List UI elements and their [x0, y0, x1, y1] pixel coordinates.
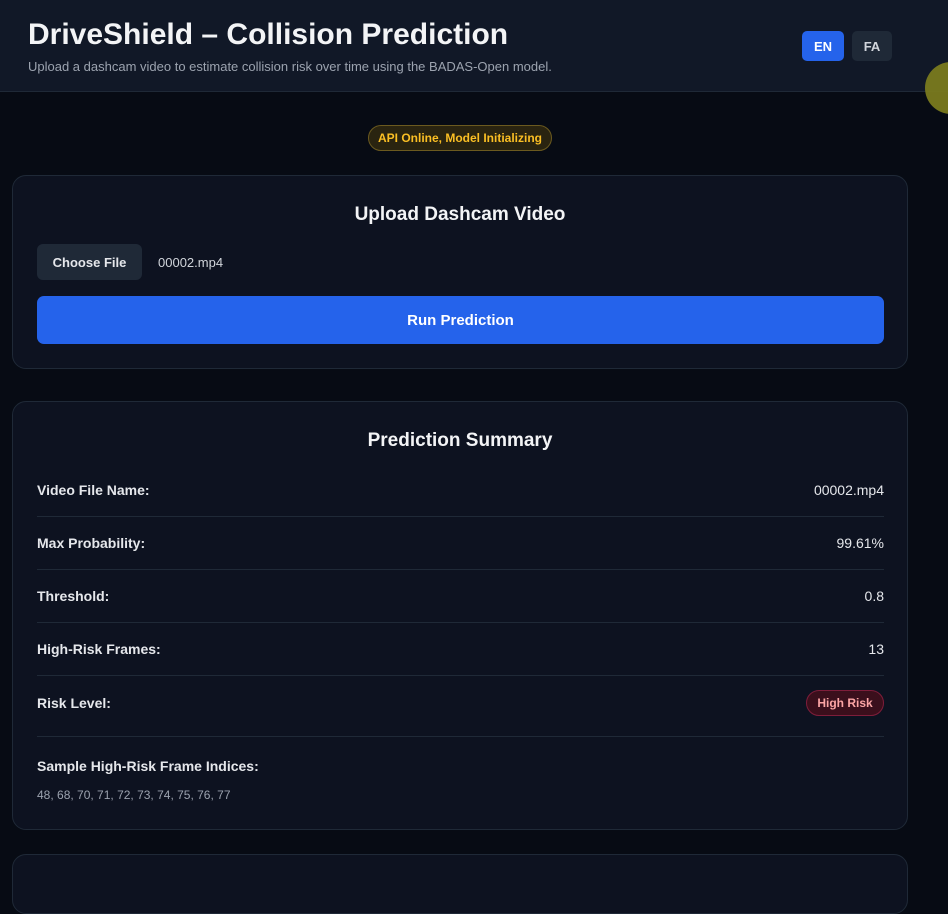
summary-row-file-name: Video File Name: 00002.mp4: [37, 464, 884, 517]
summary-row-label: Risk Level:: [37, 695, 111, 711]
summary-row-value: 0.8: [864, 588, 884, 604]
upload-card: Upload Dashcam Video Choose File 00002.m…: [12, 175, 908, 369]
language-en-button[interactable]: EN: [802, 31, 844, 61]
high-risk-indices-label: Sample High-Risk Frame Indices:: [37, 758, 259, 774]
prediction-summary-card: Prediction Summary Video File Name: 0000…: [12, 401, 908, 830]
summary-row-high-risk-frames: High-Risk Frames: 13: [37, 623, 884, 676]
selected-file-name: 00002.mp4: [158, 255, 224, 270]
summary-row-value: 00002.mp4: [813, 482, 884, 498]
status-badge: API Online, Model Initializing: [368, 125, 552, 151]
summary-row-risk-level: Risk Level: High Risk: [37, 676, 884, 737]
choose-file-button[interactable]: Choose File: [37, 244, 142, 280]
summary-row-label: Threshold:: [37, 588, 110, 604]
summary-row-threshold: Threshold: 0.8: [37, 570, 884, 623]
risk-level-badge: High Risk: [806, 690, 884, 716]
run-prediction-button[interactable]: Run Prediction: [37, 296, 884, 344]
summary-row-label: Max Probability:: [37, 535, 146, 551]
summary-row-value: 13: [868, 641, 884, 657]
upload-card-title: Upload Dashcam Video: [354, 204, 566, 225]
app-title: DriveShield – Collision Prediction: [28, 18, 509, 51]
summary-row-max-probability: Max Probability: 99.61%: [37, 517, 884, 570]
summary-card-title: Prediction Summary: [367, 430, 553, 451]
next-card: [12, 854, 908, 914]
high-risk-indices-value: 48, 68, 70, 71, 72, 73, 74, 75, 76, 77: [37, 788, 231, 802]
summary-row-value: 99.61%: [836, 535, 884, 551]
app-header: DriveShield – Collision Prediction Uploa…: [0, 0, 948, 92]
summary-row-label: High-Risk Frames:: [37, 641, 161, 657]
summary-row-label: Video File Name:: [37, 482, 150, 498]
language-fa-button[interactable]: FA: [852, 31, 892, 61]
app-subtitle: Upload a dashcam video to estimate colli…: [28, 59, 552, 74]
